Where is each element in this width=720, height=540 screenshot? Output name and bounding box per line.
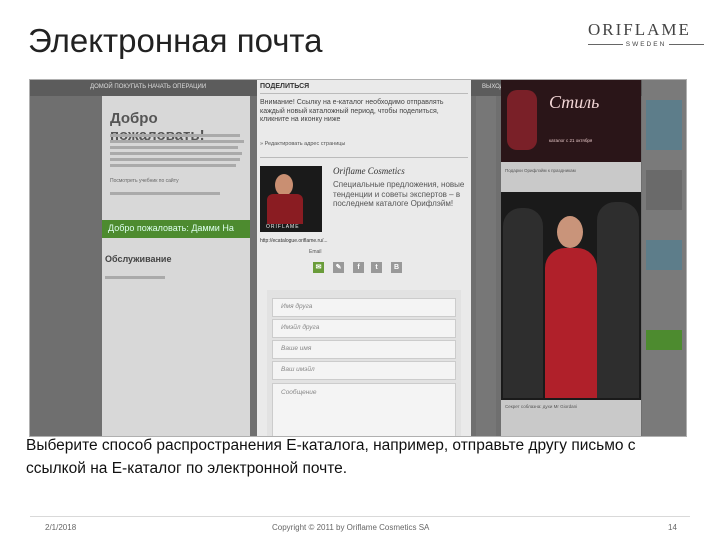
website-screenshot: ДОМОЙ ПОКУПАТЬ НАЧАТЬ ОПЕРАЦИИ ВЫХОД ВАШ… <box>29 79 687 437</box>
ad-mid-caption[interactable]: Подарки Орифлэйм к праздникам <box>505 168 635 173</box>
logo-wordmark: ORIFLAME <box>588 20 691 39</box>
right-ad-column: Стиль каталог с 21 октября Подарки Орифл… <box>501 80 641 436</box>
slide-caption: Выберите способ распространения Е-катало… <box>26 437 636 477</box>
popup-side-strip <box>476 96 496 436</box>
card-title: Oriflame Cosmetics <box>333 166 405 176</box>
catalog-cover-image: ORIFLAME <box>260 166 322 232</box>
oriflame-logo: ORIFLAME SWEDEN <box>588 20 704 54</box>
email-form: Имя друга Имэйл друга Ваше имя Ваш имэйл… <box>267 290 461 436</box>
message-field[interactable]: Сообщение <box>272 383 456 436</box>
popup-header: ПОДЕЛИТЬСЯ <box>260 83 310 90</box>
slide-title: Электронная почта <box>28 22 323 59</box>
share-popup: ПОДЕЛИТЬСЯ Внимание! Ссылку на е-каталог… <box>257 80 471 436</box>
facebook-share-icon[interactable]: f <box>353 262 364 273</box>
friend-name-field[interactable]: Имя друга <box>272 298 456 317</box>
ad-bottom-caption[interactable]: Секрет соблазна: духи Mr Giordani <box>505 404 635 409</box>
email-tooltip: Email <box>309 249 322 255</box>
blog-share-icon[interactable]: ✎ <box>333 262 344 273</box>
card-body: Специальные предложения, новые тенденции… <box>333 180 465 208</box>
popup-warning: Внимание! Ссылку на е-каталог необходимо… <box>260 99 444 123</box>
friend-email-field[interactable]: Имэйл друга <box>272 319 456 338</box>
service-heading: Обслуживание <box>105 254 172 264</box>
your-name-placeholder: Ваше имя <box>281 345 312 352</box>
friend-name-placeholder: Имя друга <box>281 303 313 310</box>
welcome-bar-button[interactable]: Добро пожаловать: Дамми На <box>102 220 250 238</box>
your-email-field[interactable]: Ваш имэйл <box>272 361 456 380</box>
friend-email-placeholder: Имэйл друга <box>281 324 320 331</box>
logo-subtitle: SWEDEN <box>625 41 667 48</box>
message-placeholder: Сообщение <box>281 389 317 396</box>
footer-page-number: 14 <box>668 523 677 532</box>
nav-link[interactable]: ДОМОЙ ПОКУПАТЬ НАЧАТЬ ОПЕРАЦИИ <box>90 84 206 90</box>
edit-address-link[interactable]: » Редактировать адрес страницы <box>260 141 345 147</box>
ad-headline: Стиль <box>549 92 600 112</box>
footer-copyright: Copyright © 2011 by Oriflame Cosmetics S… <box>272 523 430 532</box>
footer-date: 2/1/2018 <box>45 523 77 532</box>
email-share-icon[interactable]: ✉ <box>313 262 324 273</box>
vkontakte-share-icon[interactable]: B <box>391 262 402 273</box>
left-column: Добро пожаловать! Посмотреть учебник по … <box>102 96 250 436</box>
catalog-ad-banner[interactable]: Стиль каталог с 21 октября <box>501 80 641 162</box>
footer-divider <box>30 516 690 517</box>
welcome-bar-label: Добро пожаловать: Дамми На <box>108 223 234 233</box>
cover-brand: ORIFLAME <box>266 224 300 230</box>
your-name-field[interactable]: Ваше имя <box>272 340 456 359</box>
ad-subtitle: каталог с 21 октября <box>549 138 593 143</box>
catalog-url[interactable]: http://ecatalogue.oriflame.ru/... <box>260 238 328 244</box>
tutorial-link[interactable]: Посмотреть учебник по сайту <box>110 178 179 184</box>
welcome-heading: Добро пожаловать! <box>110 110 205 144</box>
far-right-column <box>642 80 686 436</box>
your-email-placeholder: Ваш имэйл <box>281 366 315 373</box>
fragrance-ad-photo[interactable] <box>501 192 641 400</box>
twitter-share-icon[interactable]: t <box>371 262 382 273</box>
